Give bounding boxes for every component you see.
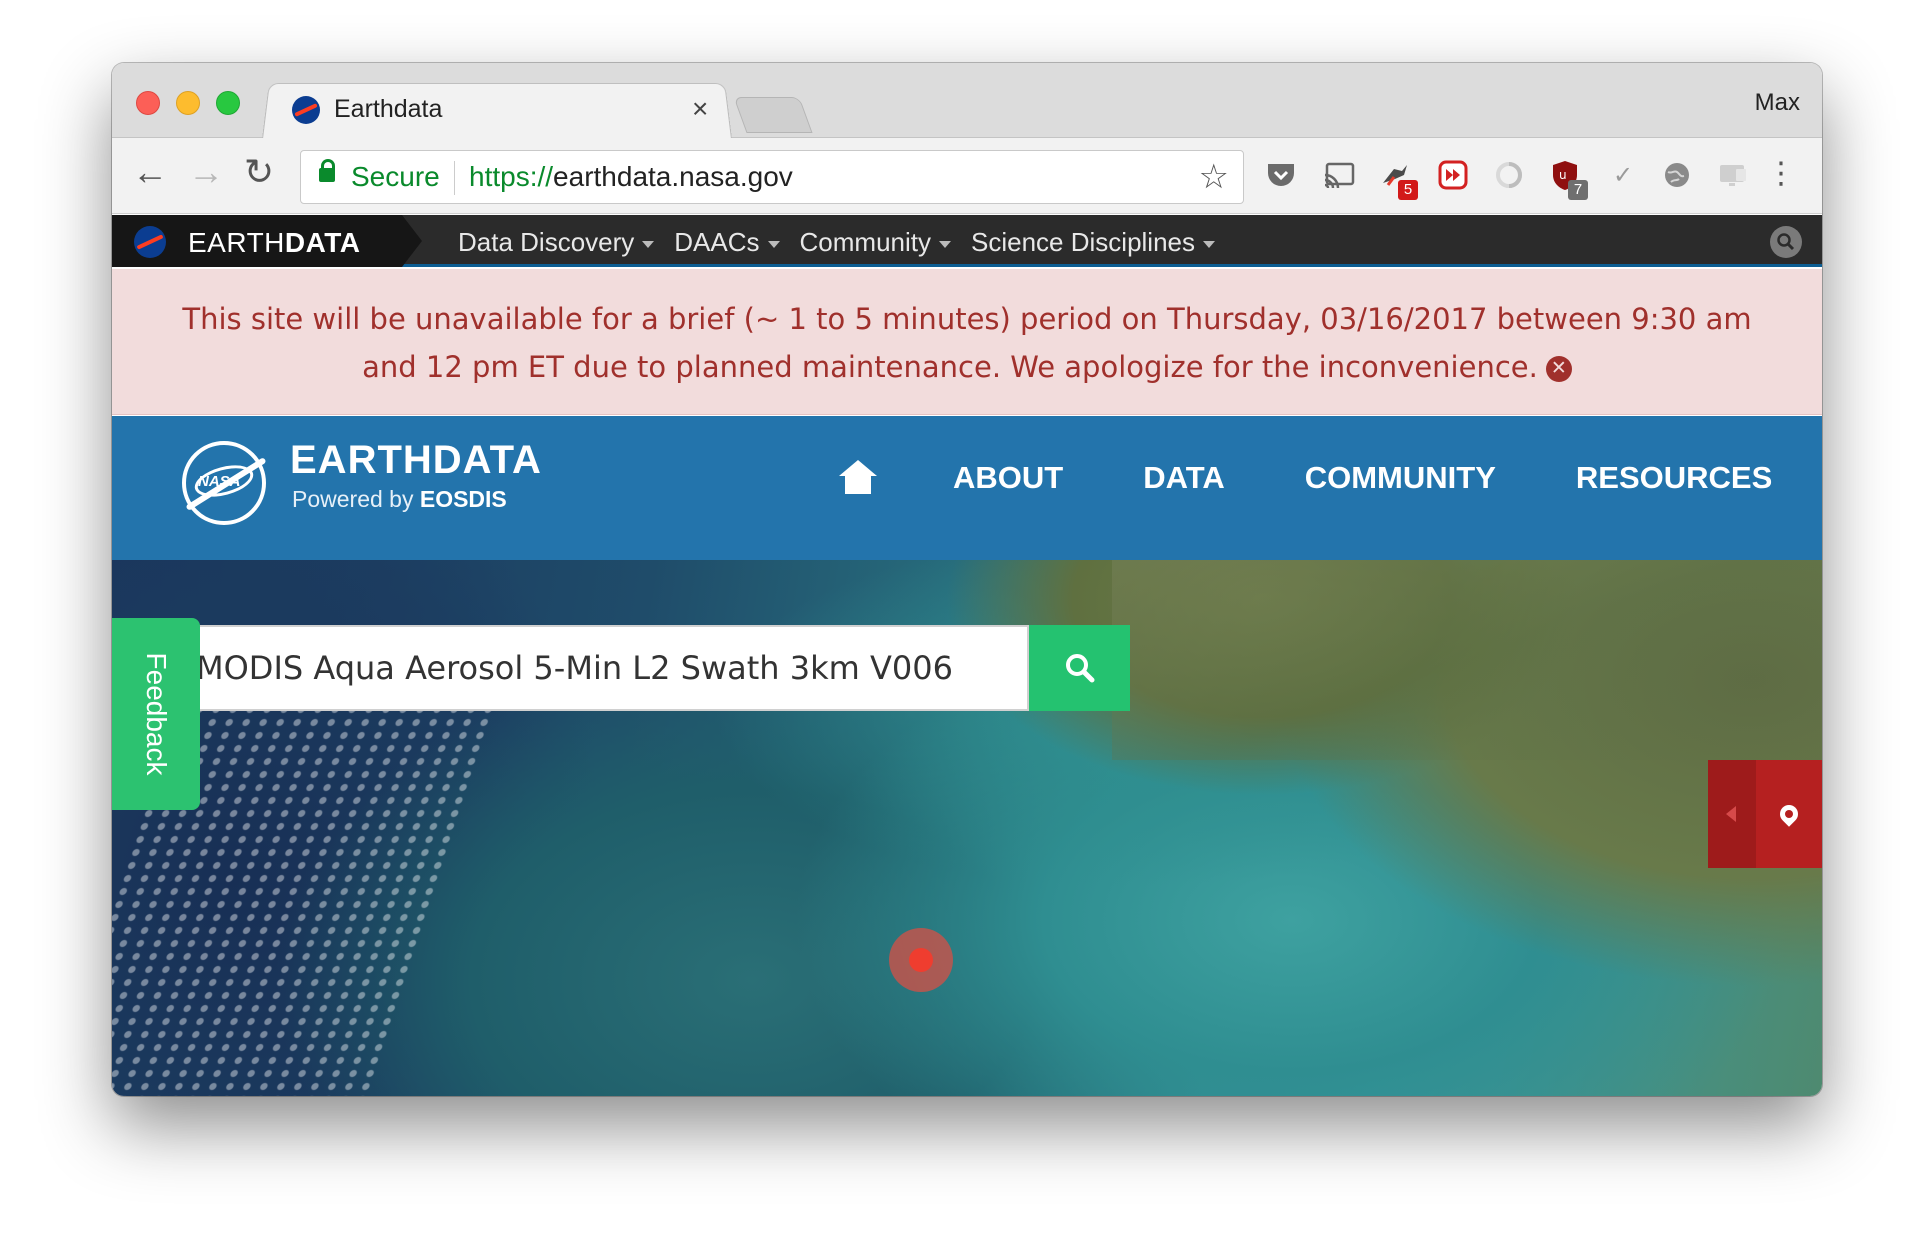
cast-icon[interactable] [1322, 158, 1356, 192]
url-text[interactable]: https://earthdata.nasa.gov [469, 161, 793, 193]
menu-label: DAACs [674, 227, 760, 257]
nasa-favicon-icon [292, 96, 320, 124]
menu-label: Data Discovery [458, 227, 635, 257]
location-pin-button[interactable] [1756, 760, 1822, 868]
location-marker-dot [909, 948, 933, 972]
map-pin-icon [1776, 801, 1802, 827]
nav-community[interactable]: COMMUNITY [1305, 460, 1496, 496]
alert-message: This site will be unavailable for a brie… [182, 302, 1752, 384]
nav-resources[interactable]: RESOURCES [1576, 460, 1772, 496]
feedback-label: Feedback [141, 652, 172, 776]
circle-extension-icon[interactable] [1492, 158, 1526, 192]
alert-close-icon[interactable]: ✕ [1545, 356, 1572, 382]
feedback-tab[interactable]: Feedback [112, 618, 200, 810]
location-toggle-tab[interactable] [1708, 760, 1822, 868]
data-search-box [176, 625, 1029, 711]
bookmark-star-icon[interactable]: ☆ [1199, 157, 1229, 197]
earthdata-global-bar: EARTHDATA Data Discovery DAACs Community… [112, 215, 1822, 267]
lock-icon [319, 159, 335, 182]
logo-text: NASA [198, 473, 241, 490]
maintenance-alert: This site will be unavailable for a brie… [112, 269, 1822, 415]
nav-data[interactable]: DATA [1143, 460, 1225, 496]
bird-extension-icon[interactable]: 5 [1378, 158, 1418, 200]
global-search-icon[interactable] [1770, 226, 1802, 258]
close-window-button[interactable] [136, 91, 160, 115]
hero-satellite-image: Feedback [112, 560, 1822, 1096]
browser-menu-icon[interactable]: ⋮ [1766, 156, 1796, 192]
caret-left-icon [1726, 806, 1736, 822]
url-scheme: https:// [469, 161, 554, 192]
earthdata-bar-menu: Data Discovery DAACs Community Science D… [458, 227, 1215, 258]
site-header: NASA EARTHDATA Powered by EOSDIS ABOUT D… [112, 416, 1822, 560]
nav-about[interactable]: ABOUT [953, 460, 1063, 496]
svg-text:u: u [1559, 168, 1567, 182]
reload-icon[interactable]: ↻ [244, 152, 274, 192]
menu-science-disciplines[interactable]: Science Disciplines [971, 227, 1215, 258]
menu-data-discovery[interactable]: Data Discovery [458, 227, 655, 258]
subtitle-bold: EOSDIS [419, 486, 507, 512]
address-bar[interactable]: Secure https://earthdata.nasa.gov ☆ [300, 150, 1244, 204]
profile-name[interactable]: Max [1755, 89, 1800, 117]
new-tab-button[interactable] [733, 97, 813, 133]
home-icon[interactable] [837, 460, 879, 496]
extension-badge: 7 [1568, 180, 1588, 200]
secure-label: Secure [351, 161, 440, 192]
checkmark-extension-icon[interactable]: ✓ [1606, 158, 1640, 192]
site-subtitle: Powered by EOSDIS [292, 486, 507, 513]
forward-arrow-icon[interactable]: → [188, 152, 224, 192]
caret-down-icon [939, 240, 952, 248]
screen-extension-icon[interactable] [1716, 158, 1750, 192]
minimize-window-button[interactable] [176, 91, 200, 115]
search-icon [1065, 654, 1094, 683]
tab-earthdata[interactable]: Earthdata × [262, 81, 732, 139]
menu-label: Science Disciplines [971, 227, 1195, 257]
nasa-logo-icon[interactable]: NASA [182, 441, 267, 525]
main-nav: ABOUT DATA COMMUNITY RESOURCES [837, 460, 1772, 496]
data-search-input[interactable] [196, 627, 1006, 709]
menu-daacs[interactable]: DAACs [674, 227, 780, 258]
earthdata-bar-title: EARTHDATA [188, 227, 361, 259]
extension-badge: 5 [1398, 180, 1418, 200]
url-host: earthdata.nasa.gov [553, 161, 793, 192]
pocket-icon[interactable] [1264, 158, 1298, 192]
menu-label: Community [799, 227, 932, 257]
close-tab-icon[interactable]: × [692, 93, 708, 125]
globe-extension-icon[interactable] [1660, 158, 1694, 192]
hero-land-texture [1112, 560, 1822, 760]
maximize-window-button[interactable] [216, 91, 240, 115]
caret-down-icon [767, 240, 780, 248]
nasa-meatball-icon [134, 226, 166, 258]
back-arrow-icon[interactable]: ← [132, 152, 168, 192]
brand-light: EARTH [188, 227, 285, 258]
menu-community[interactable]: Community [799, 227, 952, 258]
fast-forward-extension-icon[interactable] [1436, 158, 1470, 192]
tab-title: Earthdata [334, 95, 443, 123]
tab-strip: Earthdata × Max [112, 63, 1822, 139]
browser-toolbar: ← → ↻ Secure https://earthdata.nasa.gov … [112, 138, 1822, 214]
data-search-button[interactable] [1029, 625, 1130, 711]
brand-bold: DATA [284, 227, 361, 258]
caret-down-icon [642, 240, 655, 248]
address-separator [454, 161, 455, 195]
earthdata-bar-brand[interactable]: EARTHDATA [112, 215, 422, 267]
ublock-shield-icon[interactable]: u 7 [1548, 158, 1588, 200]
subtitle-prefix: Powered by [292, 486, 420, 512]
caret-down-icon [1203, 240, 1215, 248]
location-marker[interactable] [889, 928, 953, 992]
site-title[interactable]: EARTHDATA [290, 438, 542, 483]
browser-window: Earthdata × Max ← → ↻ Secure https://ear… [112, 63, 1822, 1096]
